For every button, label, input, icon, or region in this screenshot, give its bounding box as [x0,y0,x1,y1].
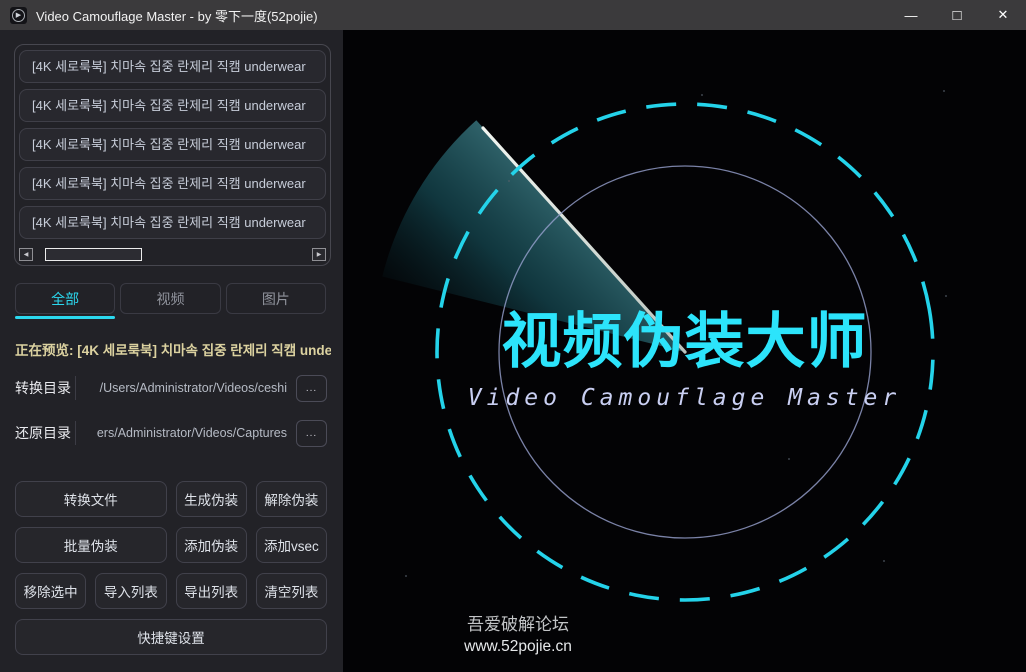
maximize-icon: □ [952,7,961,24]
close-icon: ✕ [998,7,1009,23]
scroll-right-icon: ▶ [317,251,322,258]
tab-video[interactable]: 视频 [120,283,220,314]
scroll-left-button[interactable]: ◀ [19,248,33,261]
batch-camo-button[interactable]: 批量伪装 [15,527,167,563]
export-list-button[interactable]: 导出列表 [176,573,247,609]
window-title: Video Camouflage Master - by 零下一度(52poji… [36,6,318,25]
hero-subtitle: Video Camouflage Master [343,385,1026,411]
list-item[interactable]: [4K 세로룩북] 치마속 집중 란제리 직캠 underwear [19,206,326,239]
preview-status: 正在预览: [4K 세로룩북] 치마속 집중 란제리 직캠 underwear [15,339,331,359]
hotkey-settings-button[interactable]: 快捷键设置 [15,619,327,655]
restore-directory-label: 还原目录 [15,423,75,443]
forum-name: 吾爱破解论坛 [448,613,588,637]
window-controls: — □ ✕ [888,0,1026,30]
preview-filename: [4K 세로룩북] 치마속 집중 란제리 직캠 underwear [77,343,331,358]
maximize-button[interactable]: □ [934,0,980,30]
scroll-right-button[interactable]: ▶ [312,248,326,261]
restore-directory-field[interactable]: ers/Administrator/Videos/Captures [76,426,296,440]
remove-camo-button[interactable]: 解除伪装 [256,481,327,517]
convert-directory-label: 转换目录 [15,378,75,398]
scrollbar-thumb[interactable] [45,248,142,261]
splash-canvas: 视频伪装大师 Video Camouflage Master 吾爱破解论坛 ww… [343,30,1026,672]
list-item[interactable]: [4K 세로룩북] 치마속 집중 란제리 직캠 underwear [19,128,326,161]
scrollbar-track[interactable] [34,248,311,261]
file-list: [4K 세로룩북] 치마속 집중 란제리 직캠 underwear [4K 세로… [14,44,331,266]
convert-browse-button[interactable]: ... [296,375,327,402]
list-item[interactable]: [4K 세로룩북] 치마속 집중 란제리 직캠 underwear [19,167,326,200]
star-dot [883,560,885,562]
horizontal-scrollbar[interactable]: ◀ ▶ [19,247,326,261]
star-dot [701,94,703,96]
filter-tabs: 全部 视频 图片 [15,283,326,314]
credit-block: 吾爱破解论坛 www.52pojie.cn [448,613,588,657]
list-item[interactable]: [4K 세로룩북] 치마속 집중 란제리 직캠 underwear [19,50,326,83]
tab-all[interactable]: 全部 [15,283,115,314]
convert-directory-row: 转换目录 /Users/Administrator/Videos/ceshi .… [15,374,327,402]
list-item[interactable]: [4K 세로룩북] 치마속 집중 란제리 직캠 underwear [19,89,326,122]
close-button[interactable]: ✕ [980,0,1026,30]
star-dot [508,180,510,182]
remove-selected-button[interactable]: 移除选中 [15,573,86,609]
clear-list-button[interactable]: 清空列表 [256,573,327,609]
scroll-left-icon: ◀ [24,251,29,258]
minimize-button[interactable]: — [888,0,934,30]
preview-label: 正在预览: [15,343,74,358]
add-camo-button[interactable]: 添加伪装 [176,527,247,563]
star-dot [788,458,790,460]
app-window: ▶ Video Camouflage Master - by 零下一度(52po… [0,0,1026,672]
star-dot [405,575,407,577]
star-dot [943,90,945,92]
titlebar: ▶ Video Camouflage Master - by 零下一度(52po… [0,0,1026,30]
convert-directory-field[interactable]: /Users/Administrator/Videos/ceshi [76,381,296,395]
action-buttons: 转换文件 生成伪装 解除伪装 批量伪装 添加伪装 添加vsec 移除选中 导入列… [15,481,327,655]
restore-directory-row: 还原目录 ers/Administrator/Videos/Captures .… [15,419,327,447]
app-icon: ▶ [10,7,27,24]
restore-browse-button[interactable]: ... [296,420,327,447]
generate-camo-button[interactable]: 生成伪装 [176,481,247,517]
main-area: [4K 세로룩북] 치마속 집중 란제리 직캠 underwear [4K 세로… [0,30,1026,672]
minimize-icon: — [905,8,918,23]
add-vsec-button[interactable]: 添加vsec [256,527,327,563]
import-list-button[interactable]: 导入列表 [95,573,166,609]
site-url: www.52pojie.cn [448,637,588,657]
hero-title: 视频伪装大师 [343,293,1026,380]
play-circle-icon: ▶ [12,9,25,22]
tab-image[interactable]: 图片 [226,283,326,314]
convert-file-button[interactable]: 转换文件 [15,481,167,517]
control-panel: [4K 세로룩북] 치마속 집중 란제리 직캠 underwear [4K 세로… [0,30,343,672]
